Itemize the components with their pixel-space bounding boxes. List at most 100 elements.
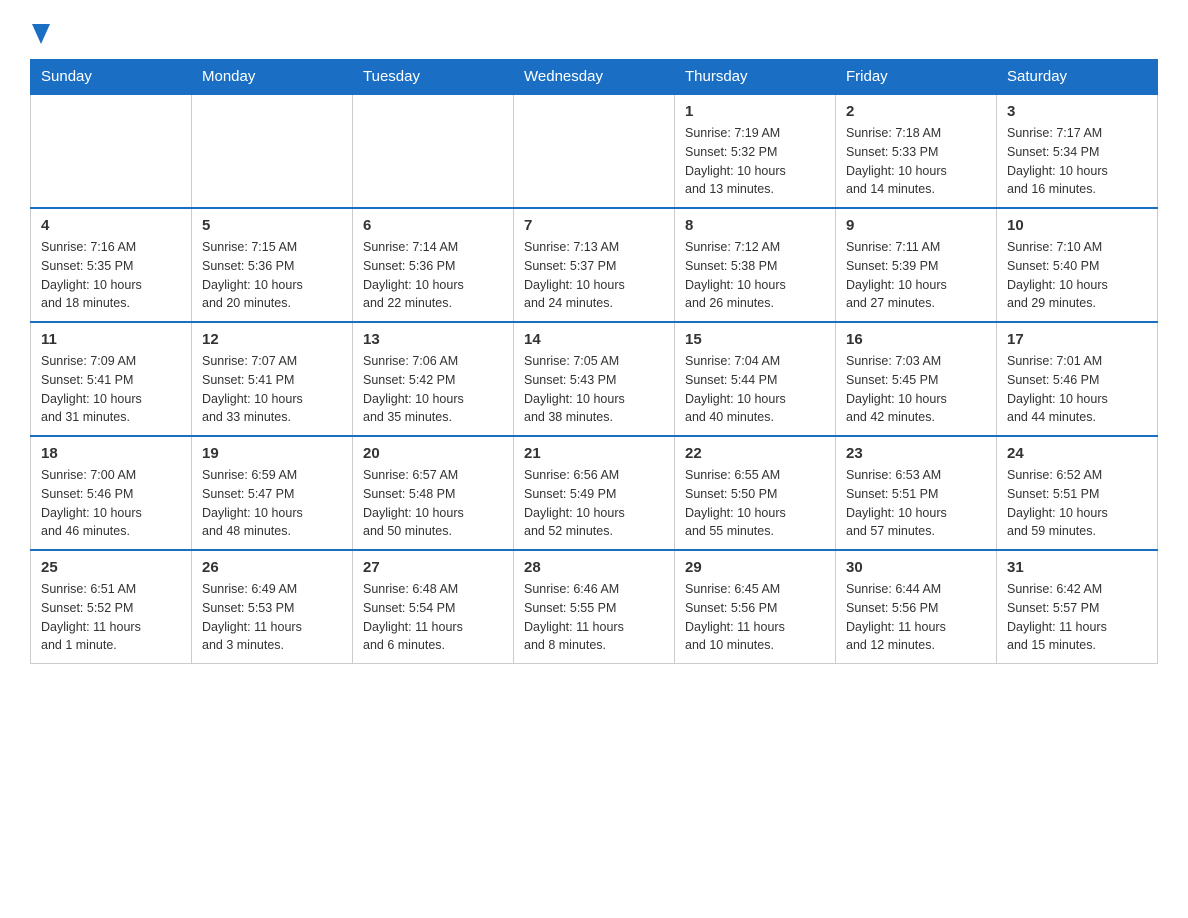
day-number: 1 <box>685 103 825 120</box>
calendar-cell: 6 Sunrise: 7:14 AM Sunset: 5:36 PM Daylig… <box>353 208 514 322</box>
calendar-cell: 15 Sunrise: 7:04 AM Sunset: 5:44 PM Dayli… <box>675 322 836 436</box>
calendar-cell: 29 Sunrise: 6:45 AM Sunset: 5:56 PM Dayli… <box>675 550 836 664</box>
day-info: Sunrise: 7:13 AM Sunset: 5:37 PM Dayligh… <box>524 238 664 313</box>
day-number: 16 <box>846 331 986 348</box>
calendar-cell: 10 Sunrise: 7:10 AM Sunset: 5:40 PM Dayli… <box>997 208 1158 322</box>
calendar-cell: 3Sunrise: 7:17 AM Sunset: 5:34 PM Daylig… <box>997 94 1158 208</box>
day-number: 19 <box>202 445 342 462</box>
header-row: SundayMondayTuesdayWednesdayThursdayFrid… <box>31 60 1158 95</box>
calendar-cell: 2 Sunrise: 7:18 AM Sunset: 5:33 PM Daylig… <box>836 94 997 208</box>
day-info: Sunrise: 6:46 AM Sunset: 5:55 PM Dayligh… <box>524 580 664 655</box>
calendar-cell: 24 Sunrise: 6:52 AM Sunset: 5:51 PM Dayli… <box>997 436 1158 550</box>
day-info: Sunrise: 7:16 AM Sunset: 5:35 PM Dayligh… <box>41 238 181 313</box>
day-number: 10 <box>1007 217 1147 234</box>
day-info: Sunrise: 7:12 AM Sunset: 5:38 PM Dayligh… <box>685 238 825 313</box>
day-header-saturday: Saturday <box>997 60 1158 95</box>
calendar-cell: 5 Sunrise: 7:15 AM Sunset: 5:36 PM Daylig… <box>192 208 353 322</box>
day-info: Sunrise: 6:51 AM Sunset: 5:52 PM Dayligh… <box>41 580 181 655</box>
day-header-wednesday: Wednesday <box>514 60 675 95</box>
calendar-body: 1 Sunrise: 7:19 AM Sunset: 5:32 PM Daylig… <box>31 94 1158 664</box>
day-number: 27 <box>363 559 503 576</box>
day-info: Sunrise: 7:03 AM Sunset: 5:45 PM Dayligh… <box>846 352 986 427</box>
calendar-cell: 30Sunrise: 6:44 AM Sunset: 5:56 PM Dayli… <box>836 550 997 664</box>
calendar-cell: 16 Sunrise: 7:03 AM Sunset: 5:45 PM Dayli… <box>836 322 997 436</box>
calendar-cell <box>514 94 675 208</box>
day-number: 14 <box>524 331 664 348</box>
day-info: Sunrise: 7:17 AM Sunset: 5:34 PM Dayligh… <box>1007 124 1147 199</box>
day-header-friday: Friday <box>836 60 997 95</box>
day-info: Sunrise: 6:55 AM Sunset: 5:50 PM Dayligh… <box>685 466 825 541</box>
week-row-1: 1 Sunrise: 7:19 AM Sunset: 5:32 PM Daylig… <box>31 94 1158 208</box>
calendar-cell: 9 Sunrise: 7:11 AM Sunset: 5:39 PM Daylig… <box>836 208 997 322</box>
day-number: 23 <box>846 445 986 462</box>
calendar-cell: 21Sunrise: 6:56 AM Sunset: 5:49 PM Dayli… <box>514 436 675 550</box>
calendar-cell: 26Sunrise: 6:49 AM Sunset: 5:53 PM Dayli… <box>192 550 353 664</box>
calendar-cell: 18 Sunrise: 7:00 AM Sunset: 5:46 PM Dayli… <box>31 436 192 550</box>
day-info: Sunrise: 7:05 AM Sunset: 5:43 PM Dayligh… <box>524 352 664 427</box>
day-number: 21 <box>524 445 664 462</box>
calendar-cell: 22 Sunrise: 6:55 AM Sunset: 5:50 PM Dayli… <box>675 436 836 550</box>
day-number: 9 <box>846 217 986 234</box>
day-info: Sunrise: 7:09 AM Sunset: 5:41 PM Dayligh… <box>41 352 181 427</box>
calendar-cell: 27 Sunrise: 6:48 AM Sunset: 5:54 PM Dayli… <box>353 550 514 664</box>
calendar-cell: 4 Sunrise: 7:16 AM Sunset: 5:35 PM Daylig… <box>31 208 192 322</box>
day-info: Sunrise: 7:11 AM Sunset: 5:39 PM Dayligh… <box>846 238 986 313</box>
day-info: Sunrise: 7:04 AM Sunset: 5:44 PM Dayligh… <box>685 352 825 427</box>
calendar-cell: 13Sunrise: 7:06 AM Sunset: 5:42 PM Dayli… <box>353 322 514 436</box>
day-info: Sunrise: 6:53 AM Sunset: 5:51 PM Dayligh… <box>846 466 986 541</box>
day-info: Sunrise: 6:49 AM Sunset: 5:53 PM Dayligh… <box>202 580 342 655</box>
day-info: Sunrise: 6:45 AM Sunset: 5:56 PM Dayligh… <box>685 580 825 655</box>
day-header-monday: Monday <box>192 60 353 95</box>
calendar-cell: 1 Sunrise: 7:19 AM Sunset: 5:32 PM Daylig… <box>675 94 836 208</box>
day-info: Sunrise: 6:42 AM Sunset: 5:57 PM Dayligh… <box>1007 580 1147 655</box>
day-info: Sunrise: 7:00 AM Sunset: 5:46 PM Dayligh… <box>41 466 181 541</box>
day-number: 2 <box>846 103 986 120</box>
day-number: 17 <box>1007 331 1147 348</box>
day-number: 29 <box>685 559 825 576</box>
calendar-cell: 28 Sunrise: 6:46 AM Sunset: 5:55 PM Dayli… <box>514 550 675 664</box>
day-number: 6 <box>363 217 503 234</box>
day-info: Sunrise: 7:10 AM Sunset: 5:40 PM Dayligh… <box>1007 238 1147 313</box>
day-header-thursday: Thursday <box>675 60 836 95</box>
day-header-sunday: Sunday <box>31 60 192 95</box>
day-number: 25 <box>41 559 181 576</box>
day-info: Sunrise: 7:15 AM Sunset: 5:36 PM Dayligh… <box>202 238 342 313</box>
calendar-cell: 17 Sunrise: 7:01 AM Sunset: 5:46 PM Dayli… <box>997 322 1158 436</box>
day-info: Sunrise: 7:18 AM Sunset: 5:33 PM Dayligh… <box>846 124 986 199</box>
week-row-2: 4 Sunrise: 7:16 AM Sunset: 5:35 PM Daylig… <box>31 208 1158 322</box>
day-number: 4 <box>41 217 181 234</box>
calendar-cell: 8Sunrise: 7:12 AM Sunset: 5:38 PM Daylig… <box>675 208 836 322</box>
day-info: Sunrise: 6:57 AM Sunset: 5:48 PM Dayligh… <box>363 466 503 541</box>
calendar-cell: 19 Sunrise: 6:59 AM Sunset: 5:47 PM Dayli… <box>192 436 353 550</box>
day-header-tuesday: Tuesday <box>353 60 514 95</box>
calendar-cell: 23 Sunrise: 6:53 AM Sunset: 5:51 PM Dayli… <box>836 436 997 550</box>
logo-arrow-icon <box>32 24 50 49</box>
calendar-cell <box>353 94 514 208</box>
day-number: 28 <box>524 559 664 576</box>
calendar-cell: 31 Sunrise: 6:42 AM Sunset: 5:57 PM Dayli… <box>997 550 1158 664</box>
day-info: Sunrise: 7:01 AM Sunset: 5:46 PM Dayligh… <box>1007 352 1147 427</box>
week-row-5: 25 Sunrise: 6:51 AM Sunset: 5:52 PM Dayli… <box>31 550 1158 664</box>
calendar-table: SundayMondayTuesdayWednesdayThursdayFrid… <box>30 59 1158 664</box>
day-number: 5 <box>202 217 342 234</box>
day-info: Sunrise: 6:59 AM Sunset: 5:47 PM Dayligh… <box>202 466 342 541</box>
calendar-header: SundayMondayTuesdayWednesdayThursdayFrid… <box>31 60 1158 95</box>
day-number: 22 <box>685 445 825 462</box>
day-info: Sunrise: 6:52 AM Sunset: 5:51 PM Dayligh… <box>1007 466 1147 541</box>
day-number: 30 <box>846 559 986 576</box>
calendar-cell: 20Sunrise: 6:57 AM Sunset: 5:48 PM Dayli… <box>353 436 514 550</box>
day-number: 24 <box>1007 445 1147 462</box>
week-row-4: 18 Sunrise: 7:00 AM Sunset: 5:46 PM Dayli… <box>31 436 1158 550</box>
day-info: Sunrise: 6:48 AM Sunset: 5:54 PM Dayligh… <box>363 580 503 655</box>
day-number: 13 <box>363 331 503 348</box>
day-number: 7 <box>524 217 664 234</box>
day-info: Sunrise: 7:14 AM Sunset: 5:36 PM Dayligh… <box>363 238 503 313</box>
day-number: 31 <box>1007 559 1147 576</box>
day-number: 15 <box>685 331 825 348</box>
calendar-cell: 7 Sunrise: 7:13 AM Sunset: 5:37 PM Daylig… <box>514 208 675 322</box>
calendar-cell: 11Sunrise: 7:09 AM Sunset: 5:41 PM Dayli… <box>31 322 192 436</box>
day-info: Sunrise: 7:07 AM Sunset: 5:41 PM Dayligh… <box>202 352 342 427</box>
day-number: 18 <box>41 445 181 462</box>
day-info: Sunrise: 7:19 AM Sunset: 5:32 PM Dayligh… <box>685 124 825 199</box>
calendar-cell: 25 Sunrise: 6:51 AM Sunset: 5:52 PM Dayli… <box>31 550 192 664</box>
